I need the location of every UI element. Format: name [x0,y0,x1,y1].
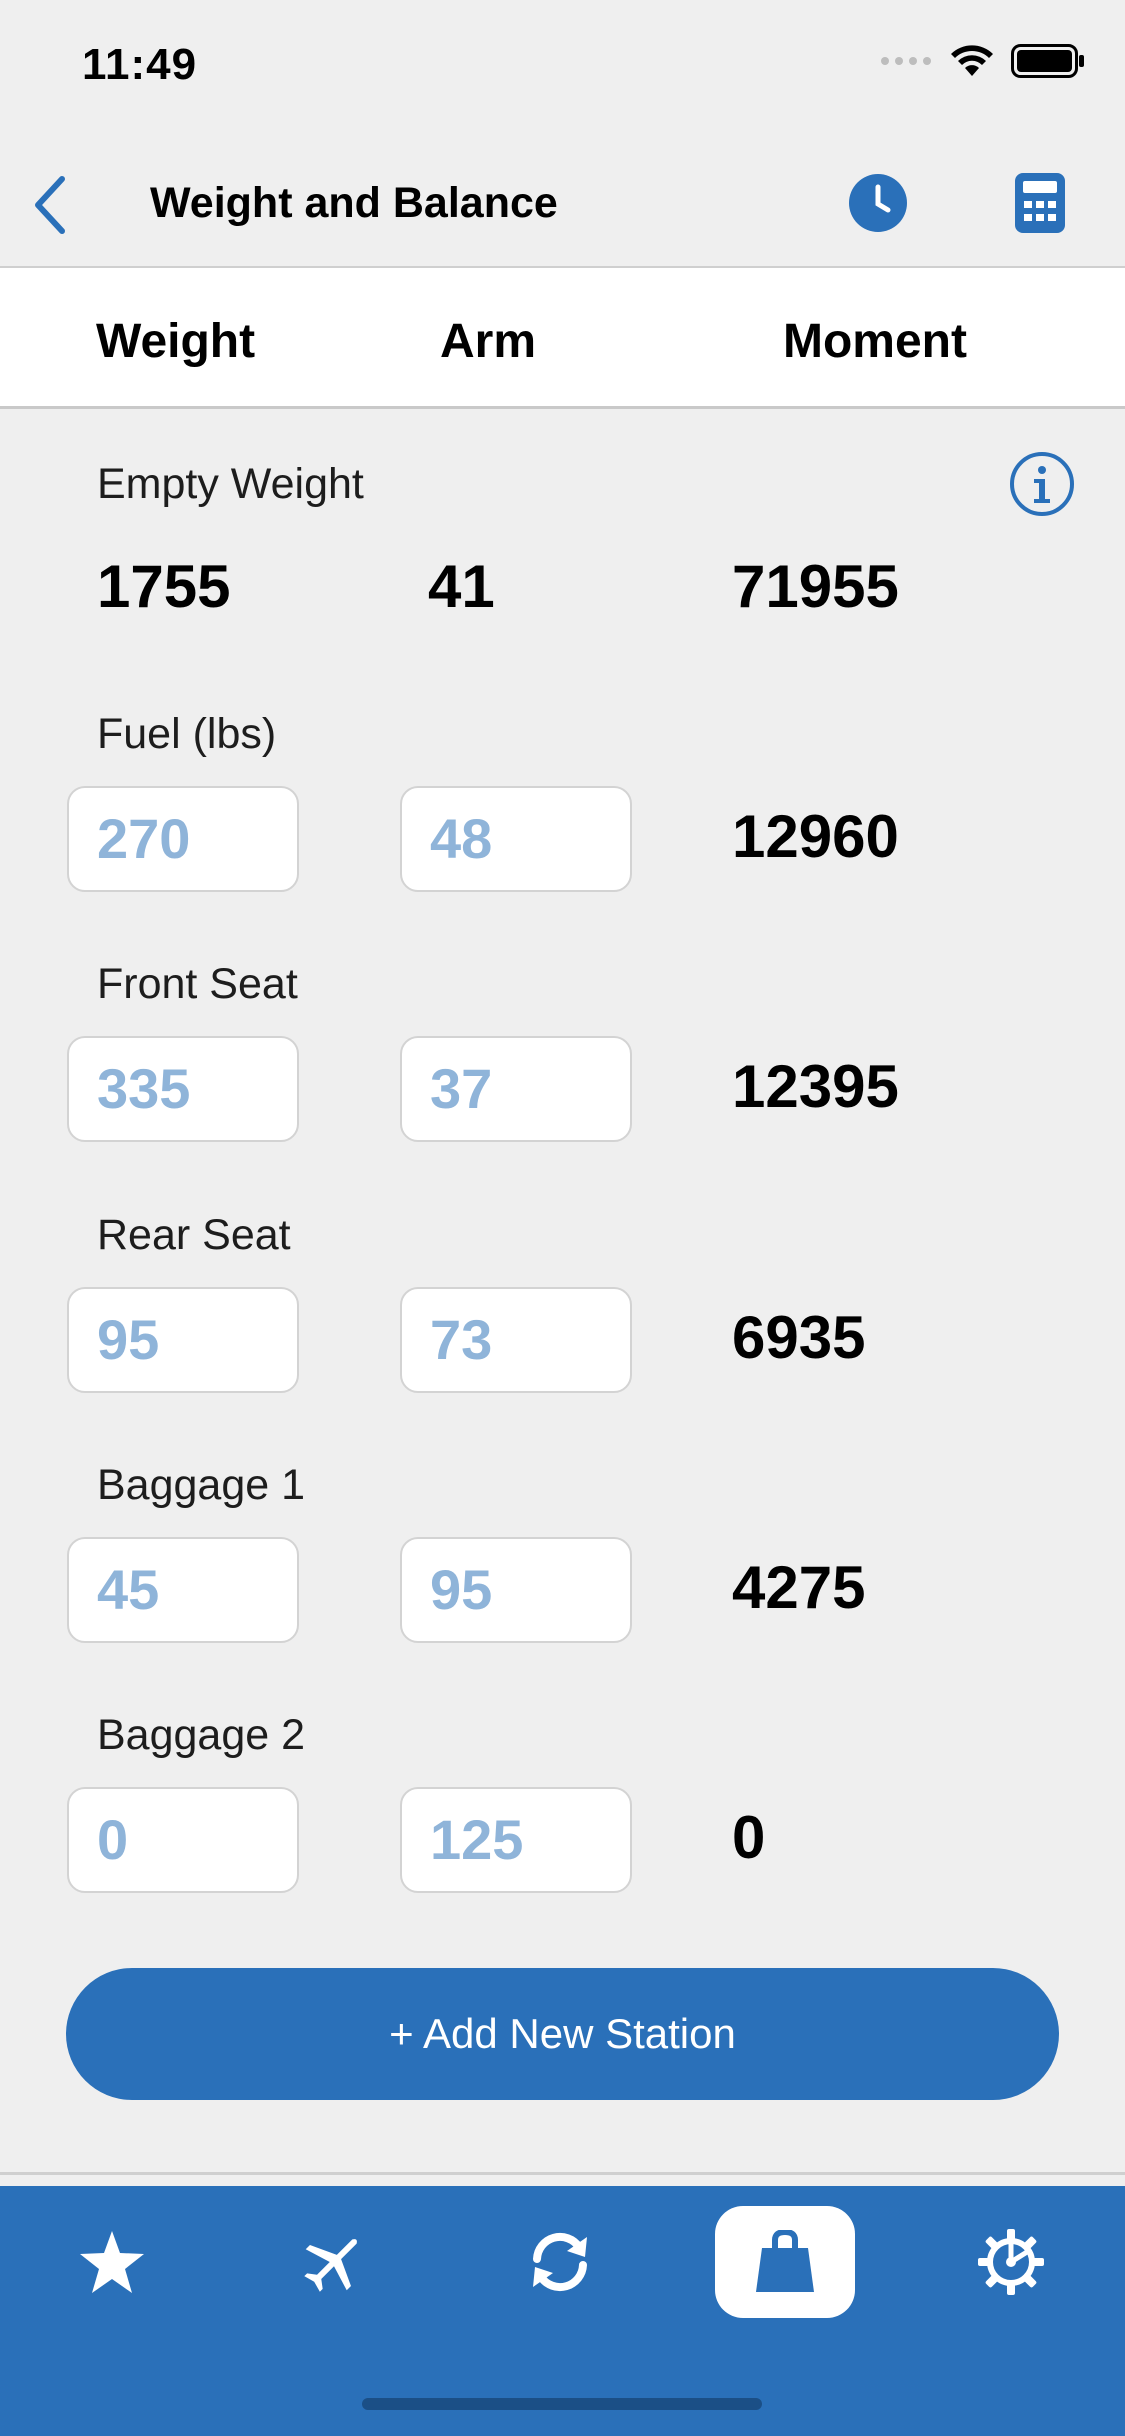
weight-input[interactable]: 270 [67,786,299,892]
tabbar-divider [0,2172,1125,2175]
star-icon [80,2231,144,2293]
arm-input[interactable]: 125 [400,1787,632,1893]
page-title: Weight and Balance [150,179,558,227]
navigation-bar: Weight and Balance [0,140,1125,268]
column-header: Weight Arm Moment [0,268,1125,409]
calculator-icon [1015,173,1065,233]
battery-icon [1011,44,1084,78]
weight-input[interactable]: 335 [67,1036,299,1142]
weight-input[interactable]: 45 [67,1537,299,1643]
clock-icon [849,174,907,232]
station-label: Baggage 2 [97,1711,306,1759]
empty-moment-value: 71955 [732,553,899,620]
arm-input[interactable]: 73 [400,1287,632,1393]
chevron-left-icon [35,176,65,234]
moment-value: 6935 [732,1304,866,1371]
column-moment: Moment [783,315,967,368]
weight-input[interactable]: 95 [67,1287,299,1393]
tab-aircraft[interactable] [264,2206,404,2318]
info-icon[interactable] [1008,450,1076,518]
moment-value: 12395 [732,1053,899,1120]
sync-icon [533,2232,587,2292]
station-label: Rear Seat [97,1211,291,1259]
home-indicator [362,2398,762,2410]
settings-icon [978,2229,1044,2295]
tab-weight-balance[interactable] [715,2206,855,2318]
airplane-icon [304,2239,357,2292]
station-label: Baggage 1 [97,1461,306,1509]
status-icons [879,44,1085,78]
status-bar: 11:49 [0,0,1125,140]
tab-sync[interactable] [490,2206,630,2318]
status-time: 11:49 [82,40,198,89]
column-arm: Arm [440,315,537,368]
wifi-icon [951,45,993,76]
back-button[interactable] [20,170,80,240]
weight-input[interactable]: 0 [67,1787,299,1893]
signal-icon [881,57,931,65]
empty-weight-label: Empty Weight [97,460,364,508]
history-button[interactable] [840,165,916,241]
moment-value: 0 [732,1804,766,1871]
moment-value: 4275 [732,1554,866,1621]
calculator-button[interactable] [1002,165,1078,241]
station-label: Fuel (lbs) [97,710,277,758]
arm-input[interactable]: 37 [400,1036,632,1142]
weight-icon [756,2230,814,2292]
moment-value: 12960 [732,803,899,870]
column-weight: Weight [96,315,256,368]
empty-arm-value: 41 [428,553,495,620]
add-station-button[interactable]: + Add New Station [66,1968,1059,2100]
arm-input[interactable]: 48 [400,786,632,892]
arm-input[interactable]: 95 [400,1537,632,1643]
station-label: Front Seat [97,960,298,1008]
tab-favorites[interactable] [42,2206,182,2318]
empty-weight-value: 1755 [97,553,231,620]
tab-settings[interactable] [941,2206,1081,2318]
